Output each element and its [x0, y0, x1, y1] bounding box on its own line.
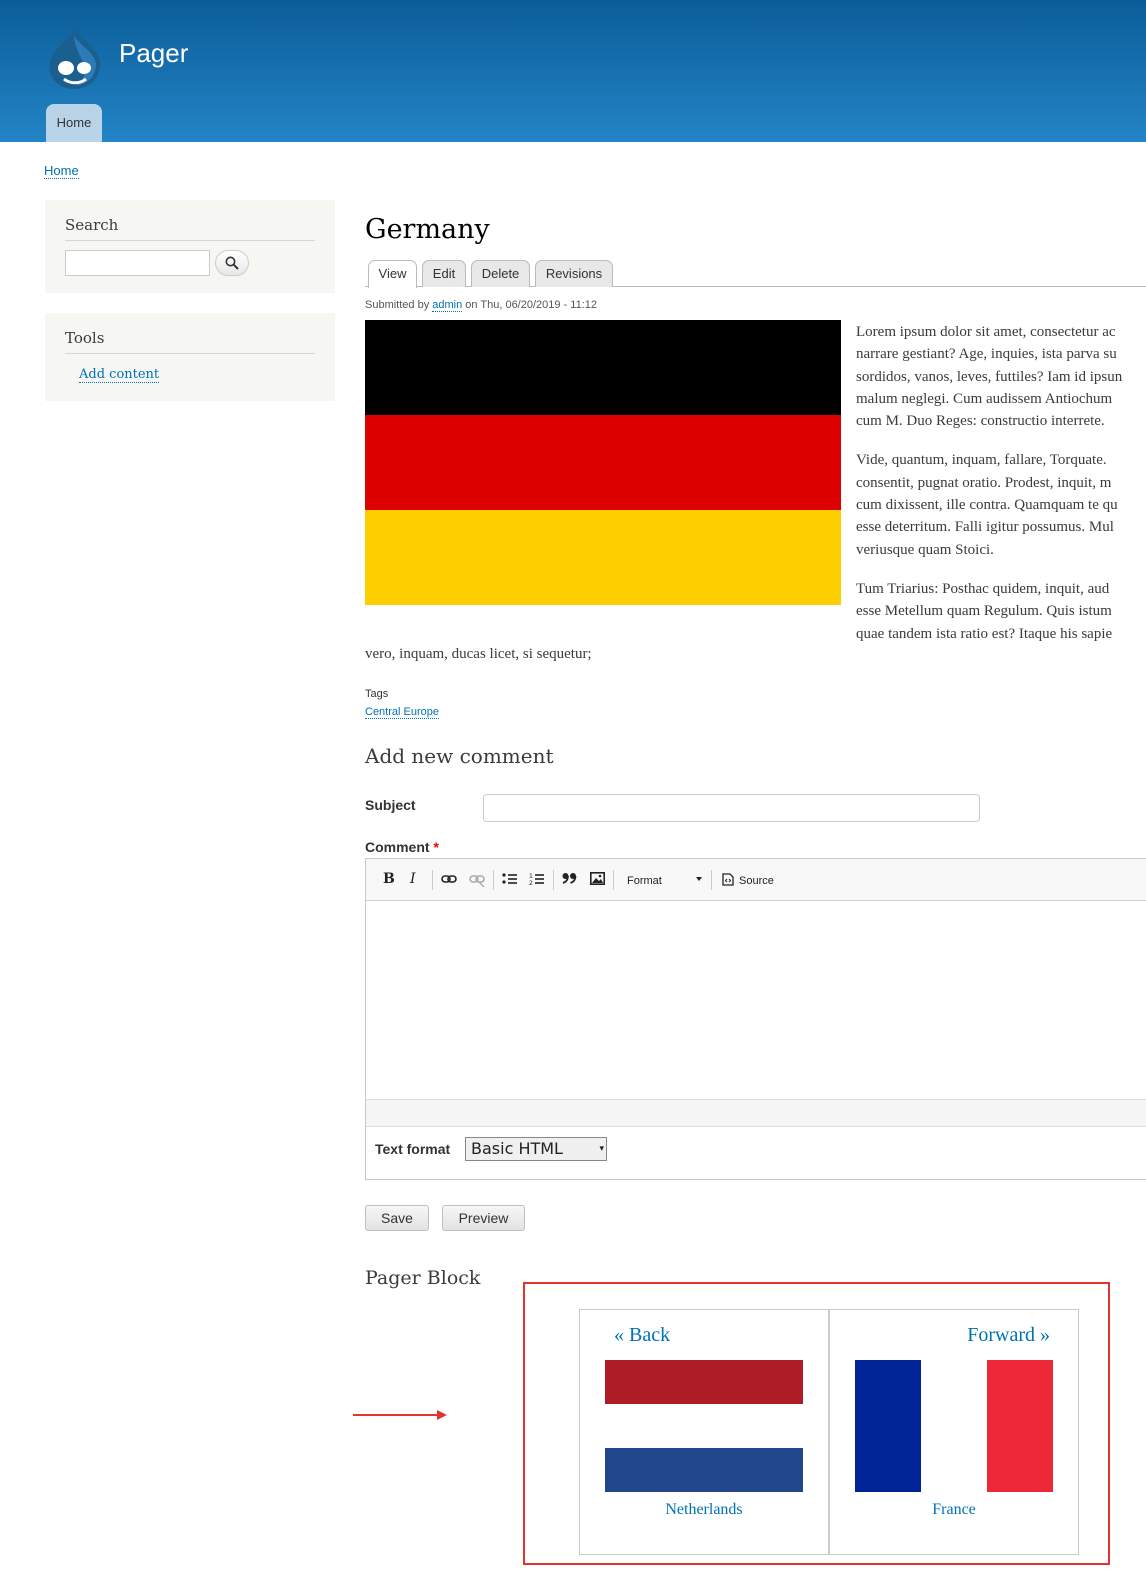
- search-block: Search: [45, 200, 335, 293]
- link-icon[interactable]: [441, 873, 457, 885]
- unlink-icon[interactable]: [469, 873, 485, 887]
- page-title: Germany: [365, 214, 490, 245]
- search-input[interactable]: [65, 250, 210, 276]
- flag-stripe-red: [605, 1360, 803, 1404]
- comment-label-text: Comment: [365, 839, 430, 855]
- image-icon[interactable]: [590, 872, 605, 885]
- text-format-value: Basic HTML: [471, 1139, 563, 1158]
- body-line: cum dixissent, ille contra. Quamquam te …: [856, 497, 1118, 514]
- flag-stripe-blue: [855, 1360, 921, 1492]
- submitted-prefix: Submitted by: [365, 299, 433, 311]
- editor-toolbar: B I 12 Format Source: [366, 859, 1146, 901]
- flag-stripe-red: [987, 1360, 1053, 1492]
- required-marker: *: [433, 839, 439, 855]
- pager-forward-caption[interactable]: France: [830, 1501, 1078, 1519]
- author-link[interactable]: admin: [432, 299, 463, 312]
- search-block-title: Search: [65, 216, 315, 241]
- submitted-date: on Thu, 06/20/2019 - 11:12: [462, 299, 597, 311]
- editor-status-bar: [366, 1099, 1146, 1127]
- annotation-arrow-head: [437, 1410, 447, 1420]
- tab-revisions[interactable]: Revisions: [535, 260, 613, 287]
- numbered-list-icon[interactable]: 12: [529, 872, 544, 886]
- flag-stripe-blue: [605, 1448, 803, 1492]
- node-body: Lorem ipsum dolor sit amet, consectetur …: [856, 321, 1146, 662]
- source-icon[interactable]: [722, 873, 734, 886]
- source-button[interactable]: Source: [739, 873, 774, 890]
- body-paragraph: Tum Triarius: Posthac quidem, inquit, au…: [856, 578, 1146, 645]
- body-line: Vide, quantum, inquam, fallare, Torquate…: [856, 452, 1107, 469]
- pager-back-item[interactable]: « Back Netherlands: [579, 1309, 829, 1555]
- submitted-info: Submitted by admin on Thu, 06/20/2019 - …: [365, 299, 597, 312]
- france-flag-image[interactable]: [855, 1360, 1053, 1492]
- italic-button[interactable]: I: [410, 871, 416, 888]
- comment-editor: B I 12 Format Source: [365, 858, 1146, 1180]
- toolbar-separator: [613, 870, 614, 890]
- body-line: esse deterritum. Falli igitur possumus. …: [856, 519, 1114, 536]
- chevron-down-icon: [696, 877, 702, 881]
- body-line: narrare gestiant? Age, inquies, ista par…: [856, 346, 1117, 363]
- tag-link-central-europe[interactable]: Central Europe: [365, 706, 439, 719]
- body-line: malum neglegi. Cum audissem Antiochum: [856, 390, 1113, 407]
- breadcrumb-home[interactable]: Home: [44, 163, 79, 179]
- pager-forward-link[interactable]: Forward »: [967, 1324, 1050, 1347]
- drupal-logo-icon[interactable]: [44, 26, 102, 90]
- flag-stripe-red: [365, 415, 841, 510]
- body-line: Tum Triarius: Posthac quidem, inquit, au…: [856, 580, 1110, 597]
- select-arrow-icon: ▾: [599, 1144, 604, 1154]
- text-format-select[interactable]: Basic HTML ▾: [465, 1137, 607, 1161]
- node-tabs: View Edit Delete Revisions: [365, 260, 1146, 288]
- pager-back-caption[interactable]: Netherlands: [580, 1501, 828, 1519]
- search-button[interactable]: [215, 250, 249, 276]
- bulleted-list-icon[interactable]: [502, 872, 517, 886]
- body-line: esse Metellum quam Regulum. Quis istum: [856, 603, 1112, 620]
- pager-forward-item[interactable]: Forward » France: [829, 1309, 1079, 1555]
- flag-stripe-black: [365, 320, 841, 415]
- body-tail-text: vero, inquam, ducas licet, si sequetur;: [365, 646, 592, 662]
- comment-textarea[interactable]: [366, 901, 1146, 1099]
- site-name[interactable]: Pager: [119, 38, 188, 69]
- tab-edit[interactable]: Edit: [422, 260, 466, 287]
- tools-block-title: Tools: [65, 329, 315, 354]
- germany-flag-image: [365, 320, 841, 605]
- save-button[interactable]: Save: [365, 1205, 429, 1231]
- body-line: veriusque quam Stoici.: [856, 541, 994, 558]
- body-line: quae tandem ista ratio est? Itaque his s…: [856, 625, 1113, 642]
- body-line: cum M. Duo Reges: constructio interrete.: [856, 413, 1105, 430]
- toolbar-separator: [553, 870, 554, 890]
- pager-block-title: Pager Block: [365, 1267, 481, 1289]
- body-paragraph: Lorem ipsum dolor sit amet, consectetur …: [856, 321, 1146, 432]
- toolbar-separator: [711, 870, 712, 890]
- text-format-label: Text format: [375, 1141, 451, 1157]
- netherlands-flag-image[interactable]: [605, 1360, 803, 1492]
- flag-stripe-white: [921, 1360, 987, 1492]
- body-paragraph: Vide, quantum, inquam, fallare, Torquate…: [856, 449, 1146, 560]
- blockquote-icon[interactable]: [562, 872, 577, 884]
- comment-form-title: Add new comment: [365, 744, 554, 768]
- toolbar-separator: [432, 870, 433, 890]
- flag-stripe-gold: [365, 510, 841, 605]
- tab-view[interactable]: View: [368, 260, 417, 288]
- tools-block: Tools Add content: [45, 313, 335, 401]
- annotation-arrow: [353, 1414, 441, 1416]
- search-icon: [225, 256, 239, 270]
- add-content-link[interactable]: Add content: [79, 367, 160, 383]
- tab-delete[interactable]: Delete: [471, 260, 530, 287]
- subject-label: Subject: [365, 797, 416, 813]
- body-line: Lorem ipsum dolor sit amet, consectetur …: [856, 324, 1116, 340]
- pager-back-link[interactable]: « Back: [614, 1324, 670, 1347]
- toolbar-separator: [493, 870, 494, 890]
- preview-button[interactable]: Preview: [442, 1205, 525, 1231]
- svg-text:2: 2: [529, 880, 533, 886]
- nav-tab-home[interactable]: Home: [46, 104, 102, 142]
- svg-text:1: 1: [529, 873, 533, 880]
- flag-stripe-white: [605, 1404, 803, 1448]
- body-line: consentit, pugnat oratio. Prodest, inqui…: [856, 474, 1112, 491]
- bold-button[interactable]: B: [383, 871, 395, 888]
- body-line: sordidos, vanos, leves, futtiles? Iam id…: [856, 368, 1123, 385]
- format-dropdown[interactable]: Format: [627, 873, 662, 890]
- site-header: Pager Home: [0, 0, 1146, 142]
- subject-input[interactable]: [483, 794, 980, 822]
- tags-label: Tags: [365, 688, 389, 700]
- comment-label: Comment *: [365, 839, 439, 855]
